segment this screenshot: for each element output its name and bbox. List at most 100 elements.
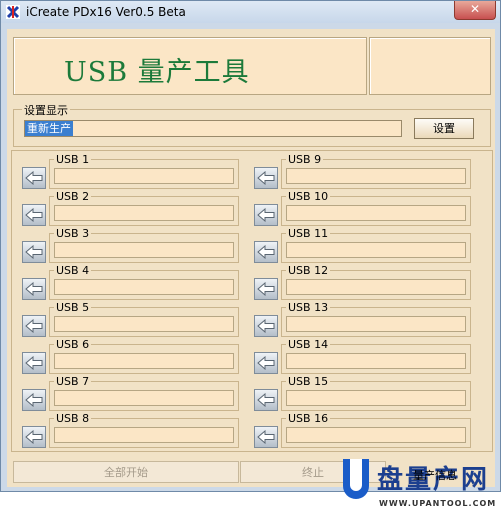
usb-arrow-button[interactable] xyxy=(22,204,46,226)
usb-port-row: USB 1 xyxy=(22,153,242,189)
settings-group: 设置显示 重新生产 设置 xyxy=(13,102,491,147)
usb-arrow-button[interactable] xyxy=(22,315,46,337)
usb-port-row: USB 7 xyxy=(22,375,242,411)
usb-port-label: USB 11 xyxy=(286,227,331,240)
app-window: iCreate PDx16 Ver0.5 Beta ✕ USB 量产工具 设置显… xyxy=(0,0,501,508)
usb-arrow-button[interactable] xyxy=(254,167,278,189)
usb-arrow-button[interactable] xyxy=(254,204,278,226)
mp-info-label: 量产信息 xyxy=(413,469,457,482)
usb-port-label: USB 4 xyxy=(54,264,92,277)
arrow-left-icon xyxy=(25,319,43,333)
banner-panel: USB 量产工具 xyxy=(13,37,367,95)
usb-port-group: USB 12 xyxy=(281,264,471,300)
usb-port-status-field xyxy=(286,168,466,184)
title-bar: iCreate PDx16 Ver0.5 Beta ✕ xyxy=(1,1,500,23)
usb-port-row: USB 16 xyxy=(254,412,474,448)
usb-port-status-field xyxy=(54,316,234,332)
usb-arrow-button[interactable] xyxy=(22,426,46,448)
usb-port-status-field xyxy=(286,205,466,221)
usb-port-row: USB 12 xyxy=(254,264,474,300)
arrow-left-icon xyxy=(257,282,275,296)
main-panel: USB 量产工具 设置显示 重新生产 设置 USB 1 USB 2 USB 3 USB… xyxy=(7,29,495,508)
usb-port-status-field xyxy=(54,279,234,295)
usb-arrow-button[interactable] xyxy=(22,352,46,374)
settings-display-field[interactable]: 重新生产 xyxy=(24,120,402,137)
usb-arrow-button[interactable] xyxy=(22,278,46,300)
app-icon xyxy=(6,5,20,19)
arrow-left-icon xyxy=(25,245,43,259)
usb-port-row: USB 3 xyxy=(22,227,242,263)
usb-port-status-field xyxy=(54,205,234,221)
usb-arrow-button[interactable] xyxy=(22,241,46,263)
usb-arrow-button[interactable] xyxy=(254,241,278,263)
usb-port-group: USB 15 xyxy=(281,375,471,411)
usb-port-status-field xyxy=(54,390,234,406)
usb-arrow-button[interactable] xyxy=(254,352,278,374)
start-all-button[interactable]: 全部开始 xyxy=(13,461,239,483)
usb-port-row: USB 9 xyxy=(254,153,474,189)
usb-port-label: USB 12 xyxy=(286,264,331,277)
arrow-left-icon xyxy=(25,208,43,222)
arrow-left-icon xyxy=(257,319,275,333)
usb-port-group: USB 4 xyxy=(49,264,239,300)
side-panel xyxy=(369,37,491,95)
usb-port-group: USB 7 xyxy=(49,375,239,411)
usb-port-row: USB 10 xyxy=(254,190,474,226)
usb-arrow-button[interactable] xyxy=(254,315,278,337)
usb-port-status-field xyxy=(54,353,234,369)
usb-port-row: USB 8 xyxy=(22,412,242,448)
usb-ports-area: USB 1 USB 2 USB 3 USB 4 USB 5 USB 6 USB 7 USB 8… xyxy=(11,150,493,452)
usb-arrow-button[interactable] xyxy=(254,389,278,411)
arrow-left-icon xyxy=(257,430,275,444)
usb-arrow-button[interactable] xyxy=(22,167,46,189)
arrow-left-icon xyxy=(257,393,275,407)
usb-port-row: USB 11 xyxy=(254,227,474,263)
usb-port-group: USB 8 xyxy=(49,412,239,448)
watermark-url: WWW.UPANTOOL.COM xyxy=(379,499,497,508)
usb-port-status-field xyxy=(286,316,466,332)
usb-port-label: USB 1 xyxy=(54,153,92,166)
usb-port-group: USB 1 xyxy=(49,153,239,189)
arrow-left-icon xyxy=(257,245,275,259)
usb-port-row: USB 15 xyxy=(254,375,474,411)
usb-port-row: USB 14 xyxy=(254,338,474,374)
arrow-left-icon xyxy=(257,356,275,370)
usb-arrow-button[interactable] xyxy=(22,389,46,411)
usb-port-status-field xyxy=(286,390,466,406)
usb-port-label: USB 3 xyxy=(54,227,92,240)
usb-port-label: USB 10 xyxy=(286,190,331,203)
arrow-left-icon xyxy=(25,356,43,370)
usb-arrow-button[interactable] xyxy=(254,426,278,448)
usb-port-group: USB 2 xyxy=(49,190,239,226)
usb-port-label: USB 13 xyxy=(286,301,331,314)
banner-title: USB 量产工具 xyxy=(64,57,250,88)
usb-port-row: USB 6 xyxy=(22,338,242,374)
usb-port-row: USB 5 xyxy=(22,301,242,337)
usb-port-status-field xyxy=(54,242,234,258)
usb-port-label: USB 6 xyxy=(54,338,92,351)
usb-port-group: USB 10 xyxy=(281,190,471,226)
watermark-u-icon xyxy=(343,459,369,499)
arrow-left-icon xyxy=(25,282,43,296)
window-title: iCreate PDx16 Ver0.5 Beta xyxy=(26,5,186,19)
arrow-left-icon xyxy=(25,430,43,444)
arrow-left-icon xyxy=(257,171,275,185)
arrow-left-icon xyxy=(257,208,275,222)
usb-port-row: USB 4 xyxy=(22,264,242,300)
usb-port-status-field xyxy=(286,353,466,369)
usb-port-row: USB 2 xyxy=(22,190,242,226)
usb-port-label: USB 14 xyxy=(286,338,331,351)
close-button[interactable]: ✕ xyxy=(454,1,496,20)
usb-port-group: USB 3 xyxy=(49,227,239,263)
usb-port-status-field xyxy=(286,279,466,295)
usb-port-row: USB 13 xyxy=(254,301,474,337)
usb-port-label: USB 9 xyxy=(286,153,324,166)
usb-port-group: USB 9 xyxy=(281,153,471,189)
watermark-logo: 盘量产网 WWW.UPANTOOL.COM xyxy=(337,457,501,517)
usb-arrow-button[interactable] xyxy=(254,278,278,300)
arrow-left-icon xyxy=(25,171,43,185)
settings-legend: 设置显示 xyxy=(22,102,70,118)
settings-button[interactable]: 设置 xyxy=(414,118,474,139)
usb-port-group: USB 11 xyxy=(281,227,471,263)
usb-port-group: USB 5 xyxy=(49,301,239,337)
